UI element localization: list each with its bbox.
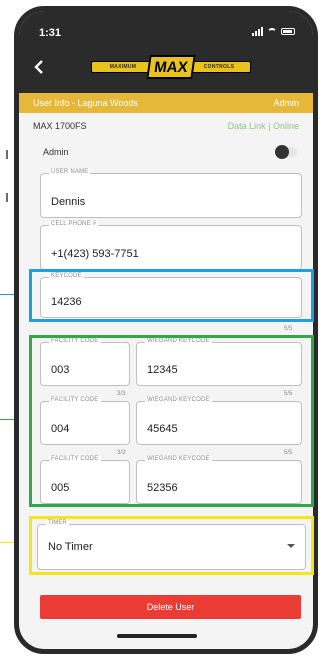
chevron-down-icon [287,544,295,548]
sub-header: User Info - Laguna Woods Admin [19,93,313,113]
wifi-icon [267,27,277,36]
top-bar: 1:31 maximum controls MAX [19,11,313,93]
delete-user-button[interactable]: Delete User [40,595,301,619]
home-indicator [117,634,197,638]
back-button[interactable] [33,57,45,79]
cell-phone-label: CELL PHONE # [49,221,99,227]
admin-row: Admin [19,141,313,163]
signal-icon [252,27,263,36]
page-title: User Info - Laguna Woods [33,98,138,108]
logo-left-text: maximum [91,61,155,73]
admin-toggle[interactable] [275,145,297,159]
role-label: Admin [273,98,299,108]
timer-value: No Timer [48,541,93,553]
device-info-row: MAX 1700FS Data Link | Online [19,113,313,139]
cell-phone-field[interactable]: CELL PHONE # +1(423) 593-7751 [40,221,302,270]
timer-label: TIMER [46,520,69,526]
status-icons [252,27,295,36]
timer-select[interactable]: TIMER No Timer [37,520,306,570]
user-name-label: USER NAME [49,169,91,175]
cell-phone-value: +1(423) 593-7751 [51,248,139,260]
keycode-highlight [29,269,314,322]
battery-icon [281,28,295,35]
side-mark [6,150,8,159]
logo-badge: MAX [146,55,196,79]
device-model: MAX 1700FS [33,121,87,131]
user-name-value: Dennis [51,196,86,208]
credentials-highlight [29,335,314,507]
side-mark [6,193,8,202]
chevron-left-icon [34,60,43,74]
user-name-field[interactable]: USER NAME Dennis [40,169,302,218]
link-status: Data Link | Online [227,121,299,131]
logo-right-text: controls [187,61,251,73]
status-time: 1:31 [39,27,62,39]
admin-label: Admin [43,147,69,157]
keycode-count: 5/5 [284,326,293,332]
brand-logo: maximum controls MAX [91,55,251,79]
